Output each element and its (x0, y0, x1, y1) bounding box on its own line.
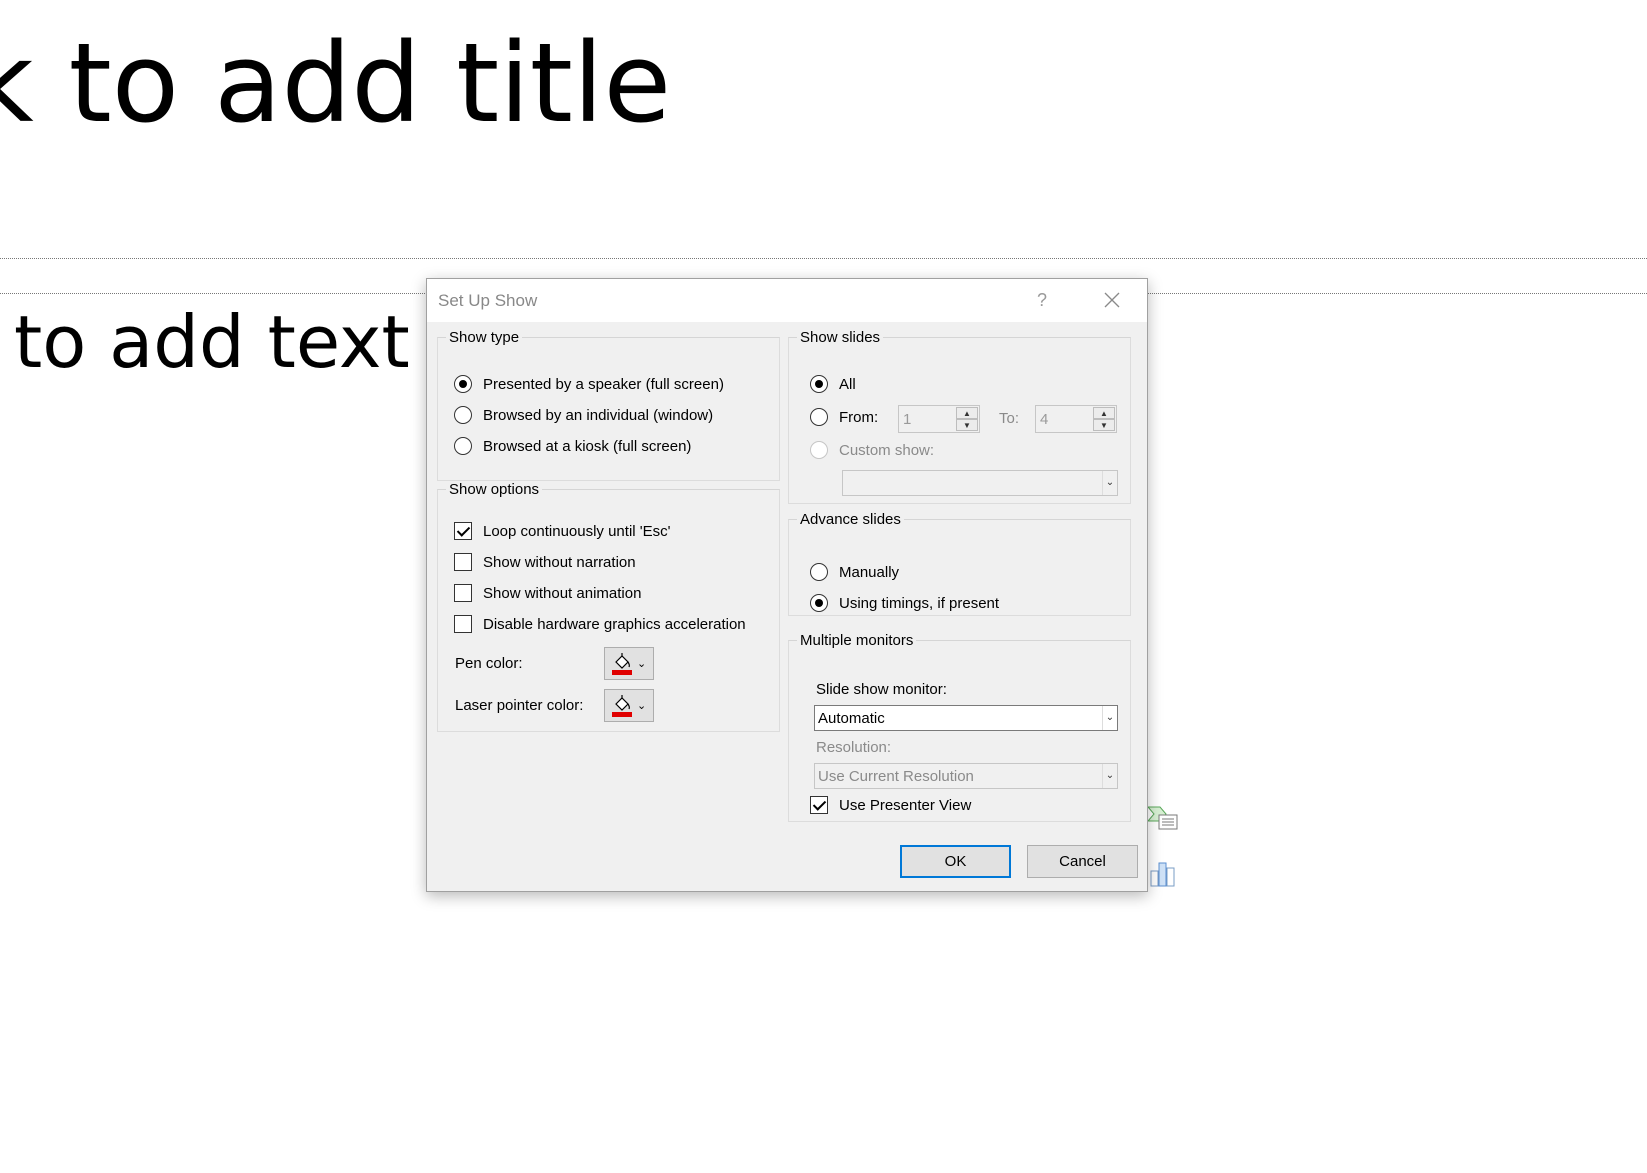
chevron-down-icon: ⌄ (637, 658, 647, 670)
show-options-legend: Show options (449, 481, 540, 498)
close-icon[interactable] (1097, 287, 1127, 313)
pen-color-swatch (612, 669, 632, 675)
custom-show-select[interactable]: ⌄ (842, 470, 1118, 496)
label-show-without-narration: Show without narration (483, 553, 636, 571)
set-up-show-dialog: Set Up Show ? Show type Presented by a s… (426, 278, 1148, 892)
label-custom-show: Custom show: (839, 441, 935, 459)
option-show-without-narration[interactable]: Show without narration (454, 553, 636, 571)
chevron-down-icon[interactable]: ⌄ (1102, 471, 1117, 495)
option-show-without-animation[interactable]: Show without animation (454, 584, 641, 602)
show-slides-legend: Show slides (800, 329, 881, 346)
checkbox-loop-continuously[interactable] (454, 522, 472, 540)
checkbox-disable-hw-acceleration[interactable] (454, 615, 472, 633)
checkbox-use-presenter-view[interactable] (810, 796, 828, 814)
slide-content-placeholder[interactable]: to add text (14, 297, 410, 387)
label-show-without-animation: Show without animation (483, 584, 642, 602)
show-type-legend: Show type (449, 329, 520, 346)
slide-title-placeholder[interactable]: k to add title (0, 8, 671, 158)
option-all-slides[interactable]: All (810, 375, 856, 393)
label-manually: Manually (839, 563, 900, 581)
stepper-up-icon[interactable]: ▲ (1093, 407, 1115, 419)
option-from-slides[interactable]: From: (810, 408, 878, 426)
option-loop-continuously[interactable]: Loop continuously until 'Esc' (454, 522, 671, 540)
label-disable-hw-acceleration: Disable hardware graphics acceleration (483, 615, 746, 633)
slide-show-monitor-label: Slide show monitor: (816, 681, 947, 698)
radio-manually[interactable] (810, 563, 828, 581)
to-stepper-arrows[interactable]: ▲ ▼ (1093, 407, 1115, 431)
radio-browsed-by-individual[interactable] (454, 406, 472, 424)
insert-smartart-icon[interactable] (1146, 805, 1180, 833)
to-slide-stepper[interactable]: 4 ▲ ▼ (1035, 405, 1117, 433)
label-loop-continuously: Loop continuously until 'Esc' (483, 522, 671, 540)
label-browsed-by-individual: Browsed by an individual (window) (483, 406, 714, 424)
laser-color-button[interactable]: ⌄ (604, 689, 654, 722)
from-stepper-arrows[interactable]: ▲ ▼ (956, 407, 978, 431)
chevron-down-icon: ⌄ (637, 700, 647, 712)
option-disable-hw-acceleration[interactable]: Disable hardware graphics acceleration (454, 615, 746, 633)
option-use-presenter-view[interactable]: Use Presenter View (810, 796, 971, 814)
pen-color-button[interactable]: ⌄ (604, 647, 654, 680)
chevron-down-icon[interactable]: ⌄ (1102, 764, 1117, 788)
checkbox-show-without-animation[interactable] (454, 584, 472, 602)
slide-show-monitor-row: Slide show monitor: (816, 681, 947, 698)
laser-color-label: Laser pointer color: (455, 697, 584, 714)
title-placeholder-border (0, 258, 1647, 259)
dialog-titlebar: Set Up Show ? (427, 279, 1147, 322)
resolution-value: Use Current Resolution (818, 768, 974, 785)
label-presented-by-speaker: Presented by a speaker (full screen) (483, 375, 724, 393)
label-using-timings: Using timings, if present (839, 594, 1000, 612)
option-presented-by-speaker[interactable]: Presented by a speaker (full screen) (454, 375, 724, 393)
radio-from-slides[interactable] (810, 408, 828, 426)
dialog-title: Set Up Show (438, 291, 538, 310)
resolution-label: Resolution: (816, 739, 892, 756)
help-icon[interactable]: ? (1027, 287, 1057, 313)
stepper-up-icon[interactable]: ▲ (956, 407, 978, 419)
radio-presented-by-speaker[interactable] (454, 375, 472, 393)
resolution-select[interactable]: Use Current Resolution ⌄ (814, 763, 1118, 789)
label-browsed-at-kiosk: Browsed at a kiosk (full screen) (483, 437, 692, 455)
label-use-presenter-view: Use Presenter View (839, 796, 972, 814)
paint-bucket-icon (612, 652, 632, 675)
stepper-down-icon[interactable]: ▼ (956, 419, 978, 431)
option-browsed-by-individual[interactable]: Browsed by an individual (window) (454, 406, 713, 424)
laser-color-swatch (612, 711, 632, 717)
show-type-group: Show type (437, 329, 780, 481)
from-slide-stepper[interactable]: 1 ▲ ▼ (898, 405, 980, 433)
option-custom-show[interactable]: Custom show: (810, 441, 934, 459)
option-using-timings[interactable]: Using timings, if present (810, 594, 999, 612)
cancel-button[interactable]: Cancel (1027, 845, 1138, 878)
pen-color-label: Pen color: (455, 655, 523, 672)
radio-browsed-at-kiosk[interactable] (454, 437, 472, 455)
multiple-monitors-legend: Multiple monitors (800, 632, 914, 649)
label-all-slides: All (839, 375, 856, 393)
paint-bucket-icon (612, 694, 632, 717)
ok-button[interactable]: OK (900, 845, 1011, 878)
advance-slides-legend: Advance slides (800, 511, 901, 528)
radio-all-slides[interactable] (810, 375, 828, 393)
insert-chart-icon[interactable] (1148, 857, 1178, 889)
radio-using-timings[interactable] (810, 594, 828, 612)
label-from: From: (839, 408, 879, 426)
resolution-row: Resolution: (816, 739, 891, 756)
from-slide-value: 1 (903, 411, 912, 428)
to-label-row: To: (999, 410, 1019, 427)
slide-show-monitor-value: Automatic (818, 710, 885, 727)
label-to: To: (999, 410, 1020, 427)
chevron-down-icon[interactable]: ⌄ (1102, 706, 1117, 730)
slide-show-monitor-select[interactable]: Automatic ⌄ (814, 705, 1118, 731)
option-browsed-at-kiosk[interactable]: Browsed at a kiosk (full screen) (454, 437, 691, 455)
checkbox-show-without-narration[interactable] (454, 553, 472, 571)
to-slide-value: 4 (1040, 411, 1049, 428)
radio-custom-show[interactable] (810, 441, 828, 459)
stepper-down-icon[interactable]: ▼ (1093, 419, 1115, 431)
laser-color-row: Laser pointer color: (455, 697, 583, 714)
pen-color-row: Pen color: (455, 655, 523, 672)
option-manually[interactable]: Manually (810, 563, 899, 581)
